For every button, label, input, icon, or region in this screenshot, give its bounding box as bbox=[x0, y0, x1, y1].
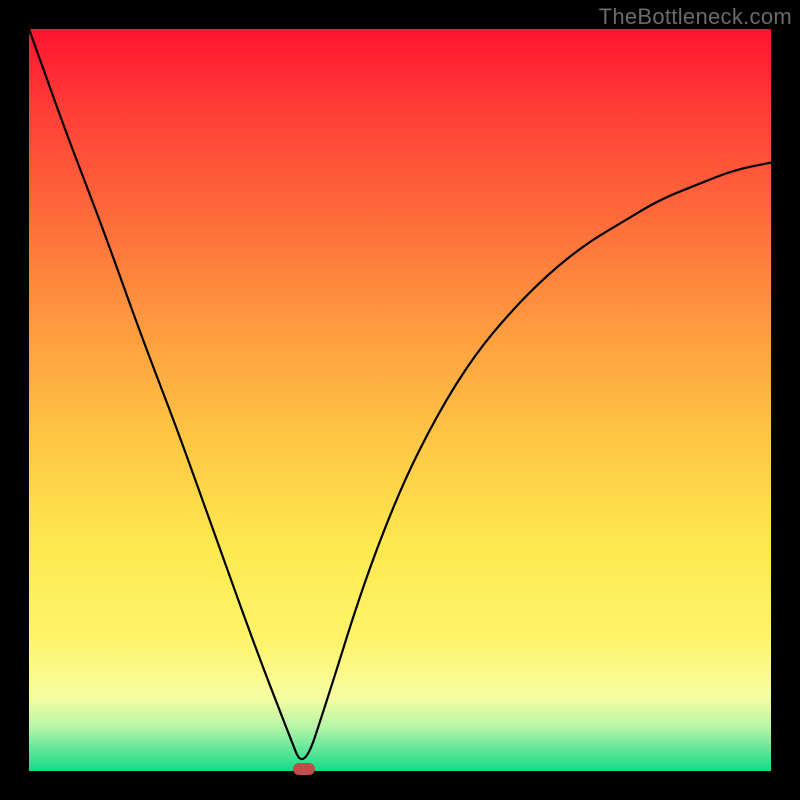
optimal-point-marker bbox=[293, 763, 315, 775]
chart-plot-area bbox=[29, 29, 771, 771]
watermark-text: TheBottleneck.com bbox=[599, 4, 792, 30]
chart-frame: TheBottleneck.com bbox=[0, 0, 800, 800]
bottleneck-curve bbox=[29, 29, 771, 759]
curve-svg bbox=[29, 29, 771, 771]
